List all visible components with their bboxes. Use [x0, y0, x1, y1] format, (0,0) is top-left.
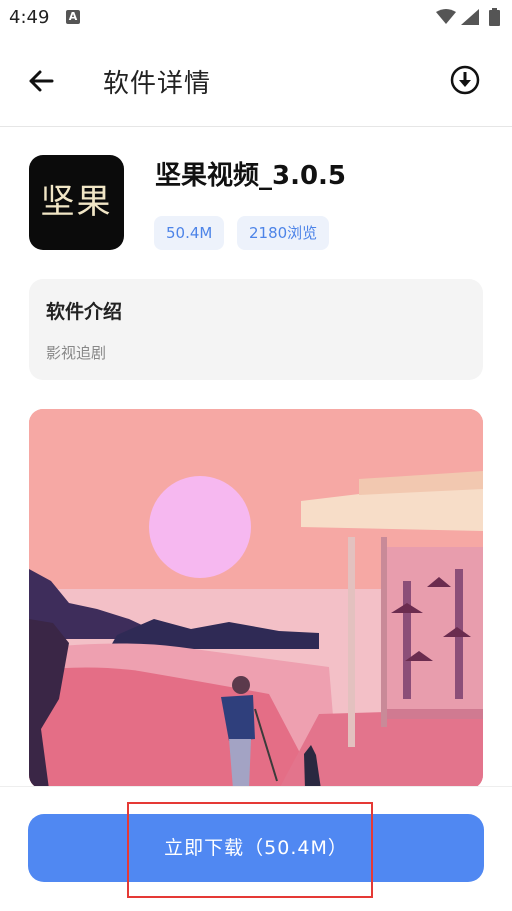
status-bar: 4:49 A — [0, 0, 512, 36]
annotation-highlight-box — [127, 802, 373, 898]
screenshot-image — [29, 409, 483, 789]
battery-icon — [489, 8, 500, 26]
arrow-left-icon[interactable] — [26, 66, 56, 96]
views-badge: 2180浏览 — [237, 216, 330, 250]
app-icon: 坚果 — [29, 155, 124, 250]
status-time: 4:49 — [9, 7, 50, 28]
intro-card: 软件介绍 影视追剧 — [29, 279, 483, 380]
download-circle-icon[interactable] — [450, 65, 480, 95]
page-title: 软件详情 — [103, 69, 212, 99]
wifi-icon — [436, 9, 456, 24]
intro-title: 软件介绍 — [46, 301, 123, 323]
app-bar: 软件详情 — [0, 36, 512, 127]
illustration-image — [29, 409, 483, 789]
app-icon-text: 坚果 — [40, 182, 113, 222]
size-badge: 50.4M — [154, 216, 225, 250]
signal-icon — [461, 9, 479, 25]
intro-description: 影视追剧 — [46, 344, 107, 362]
app-name: 坚果视频_3.0.5 — [155, 161, 347, 191]
notification-icon: A — [66, 10, 80, 24]
